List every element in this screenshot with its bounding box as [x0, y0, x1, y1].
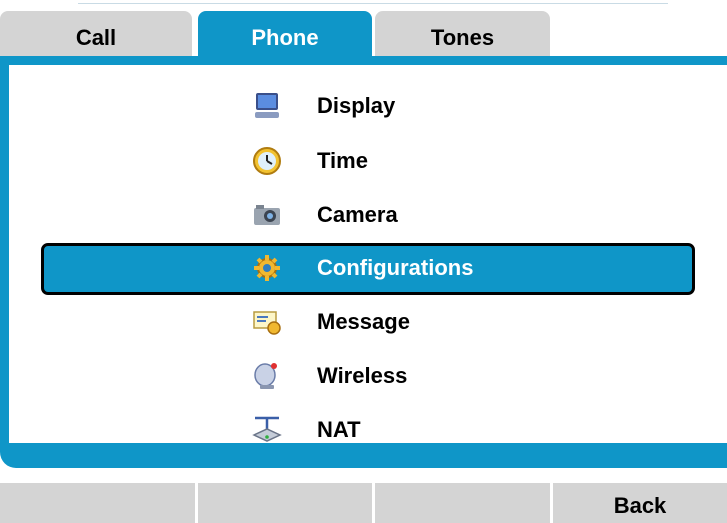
menu-item-label: NAT — [317, 417, 361, 442]
tab-call-label: Call — [75, 24, 117, 50]
menu-item-label: Camera — [317, 202, 398, 227]
router-icon — [252, 415, 282, 443]
tab-phone-label: Phone — [251, 24, 319, 50]
menu-item-label: Time — [317, 148, 368, 173]
menu-item-camera[interactable]: Camera — [9, 188, 727, 242]
menu-list: Display Time Camera Configurations Messa… — [9, 65, 727, 443]
content-panel: Display Time Camera Configurations Messa… — [0, 56, 727, 468]
softkey-1[interactable] — [0, 483, 195, 523]
clock-icon — [252, 146, 282, 176]
menu-item-message[interactable]: Message — [9, 295, 727, 349]
tab-phone[interactable]: Phone — [198, 11, 372, 56]
softkey-3[interactable] — [375, 483, 550, 523]
menu-item-nat[interactable]: NAT — [9, 403, 727, 443]
gear-icon — [252, 253, 282, 283]
menu-item-label: Display — [317, 93, 396, 118]
menu-item-display[interactable]: Display — [9, 79, 727, 133]
tab-call[interactable]: Call — [0, 11, 192, 56]
monitor-icon — [252, 91, 282, 121]
camera-icon — [252, 200, 282, 230]
message-icon — [252, 307, 282, 337]
tab-tones-label: Tones — [430, 24, 495, 50]
menu-item-label: Wireless — [317, 363, 408, 388]
menu-item-label: Configurations — [317, 255, 474, 280]
top-divider — [78, 3, 668, 4]
menu-item-label: Message — [317, 309, 410, 334]
back-button-label: Back — [613, 493, 667, 518]
satellite-dish-icon — [252, 361, 282, 391]
softkey-2[interactable] — [198, 483, 372, 523]
softkey-bar: Back — [0, 483, 727, 523]
tab-tones[interactable]: Tones — [375, 11, 550, 56]
back-button[interactable]: Back — [553, 483, 727, 523]
menu-item-time[interactable]: Time — [9, 134, 727, 188]
menu-item-wireless[interactable]: Wireless — [9, 349, 727, 403]
menu-item-configurations[interactable]: Configurations — [9, 241, 727, 295]
